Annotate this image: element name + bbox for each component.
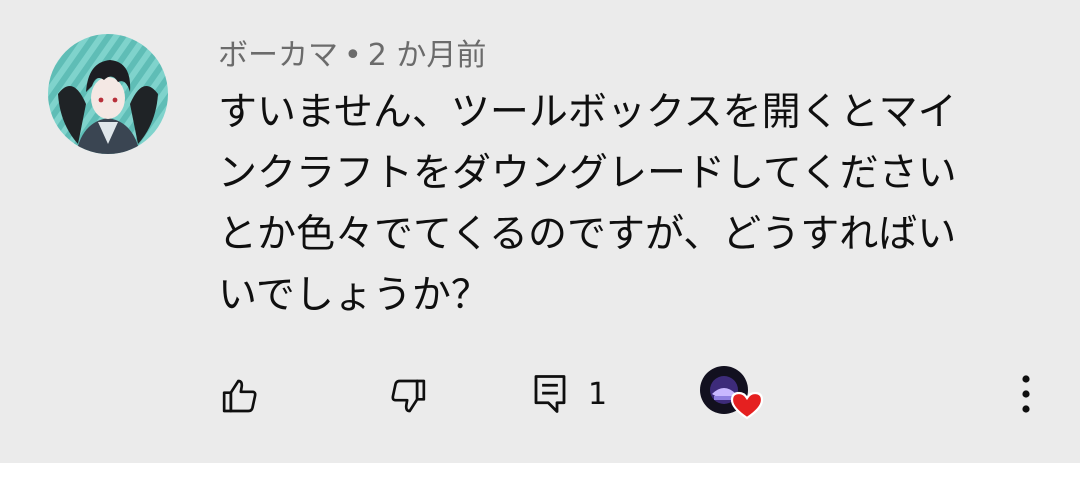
meta-separator: • [344,38,362,73]
dislike-button[interactable] [380,368,436,424]
more-options-button[interactable] [1008,366,1044,422]
thumb-up-icon [222,379,257,413]
more-vertical-icon [1022,375,1030,413]
comment-text: すいません、ツールボックスを開くとマイ ンクラフトをダウングレードしてください … [218,90,957,318]
thumb-down-icon [391,379,426,413]
comment-card: ボーカマ • 2 か月前 すいません、ツールボックスを開くとマイ ンクラフトをダウン… [0,0,1080,463]
creator-heart-badge [700,364,768,424]
like-button[interactable] [212,368,268,424]
comment-time[interactable]: 2 か月前 [368,38,487,73]
author-avatar[interactable] [48,34,168,154]
heart-icon [730,391,764,420]
reply-count: 1 [588,376,608,412]
author-name[interactable]: ボーカマ [218,38,338,73]
comment-meta: ボーカマ • 2 か月前 [218,30,486,74]
reply-comment-icon [534,375,566,413]
reply-button[interactable]: 1 [532,364,632,424]
